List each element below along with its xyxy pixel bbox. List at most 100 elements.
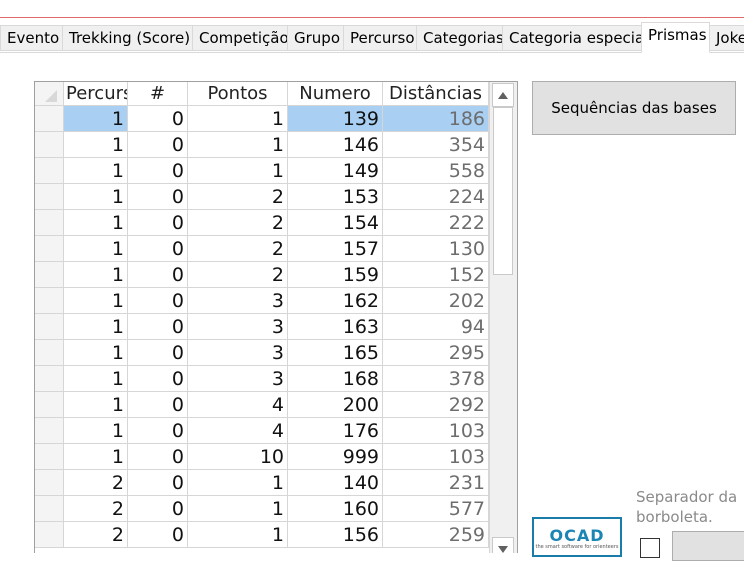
row-header[interactable] [35, 496, 64, 522]
row-header[interactable] [35, 106, 64, 132]
column-header-pontos[interactable]: Pontos [188, 82, 288, 106]
cell-number[interactable]: 0 [128, 184, 188, 210]
cell-number[interactable]: 0 [128, 288, 188, 314]
cell-percurso[interactable]: 1 [64, 444, 128, 470]
cell-pontos[interactable]: 1 [188, 106, 288, 132]
table-row[interactable]: 2 0 1 156 259 [35, 522, 489, 548]
row-header[interactable] [35, 418, 64, 444]
cell-number[interactable]: 0 [128, 418, 188, 444]
cell-numero[interactable]: 160 [288, 496, 383, 522]
row-header[interactable] [35, 392, 64, 418]
cell-numero[interactable]: 165 [288, 340, 383, 366]
cell-numero[interactable]: 140 [288, 470, 383, 496]
cell-distancia[interactable]: 292 [383, 392, 489, 418]
cell-percurso[interactable]: 1 [64, 340, 128, 366]
cell-percurso[interactable]: 1 [64, 288, 128, 314]
row-header[interactable] [35, 522, 64, 548]
table-row[interactable]: 2 0 1 160 577 [35, 496, 489, 522]
table-row[interactable]: 1 0 10 999 103 [35, 444, 489, 470]
cell-pontos[interactable]: 2 [188, 236, 288, 262]
cell-distancia[interactable]: 577 [383, 496, 489, 522]
table-row[interactable]: 1 0 2 157 130 [35, 236, 489, 262]
tab-categorias[interactable]: Categorias [416, 25, 503, 51]
table-row[interactable]: 1 0 1 139 186 [35, 106, 489, 132]
cell-distancia[interactable]: 295 [383, 340, 489, 366]
cell-pontos[interactable]: 3 [188, 314, 288, 340]
cell-number[interactable]: 0 [128, 262, 188, 288]
cell-pontos[interactable]: 1 [188, 496, 288, 522]
cell-percurso[interactable]: 2 [64, 522, 128, 548]
row-header[interactable] [35, 470, 64, 496]
cell-numero[interactable]: 159 [288, 262, 383, 288]
cell-distancia[interactable]: 103 [383, 444, 489, 470]
tab-competicao[interactable]: Competição [192, 25, 288, 51]
cell-pontos[interactable]: 1 [188, 158, 288, 184]
grid-corner-select-all[interactable] [35, 82, 64, 106]
cell-percurso[interactable]: 1 [64, 418, 128, 444]
cell-percurso[interactable]: 1 [64, 210, 128, 236]
cell-numero[interactable]: 139 [288, 106, 383, 132]
tab-joker[interactable]: Joke [709, 25, 744, 51]
row-header[interactable] [35, 340, 64, 366]
table-row[interactable]: 1 0 4 176 103 [35, 418, 489, 444]
row-header[interactable] [35, 444, 64, 470]
cell-distancia[interactable]: 130 [383, 236, 489, 262]
scroll-down-button[interactable] [492, 537, 514, 553]
column-header-percurso[interactable]: Percurs [64, 82, 128, 106]
cell-numero[interactable]: 157 [288, 236, 383, 262]
cell-distancia[interactable]: 222 [383, 210, 489, 236]
tab-grupo[interactable]: Grupo [287, 25, 344, 51]
tab-percurso[interactable]: Percurso [343, 25, 417, 51]
cell-percurso[interactable]: 1 [64, 366, 128, 392]
cell-number[interactable]: 0 [128, 314, 188, 340]
cell-distancia[interactable]: 259 [383, 522, 489, 548]
cell-distancia[interactable]: 202 [383, 288, 489, 314]
table-row[interactable]: 1 0 3 162 202 [35, 288, 489, 314]
cell-numero[interactable]: 176 [288, 418, 383, 444]
cell-pontos[interactable]: 3 [188, 288, 288, 314]
cell-number[interactable]: 0 [128, 470, 188, 496]
cell-distancia[interactable]: 224 [383, 184, 489, 210]
table-row[interactable]: 1 0 2 159 152 [35, 262, 489, 288]
table-row[interactable]: 2 0 1 140 231 [35, 470, 489, 496]
scrollbar-thumb[interactable] [493, 107, 513, 275]
cell-distancia[interactable]: 558 [383, 158, 489, 184]
cell-pontos[interactable]: 2 [188, 210, 288, 236]
cell-pontos[interactable]: 3 [188, 366, 288, 392]
row-header[interactable] [35, 184, 64, 210]
sequencias-das-bases-button[interactable]: Sequências das bases [532, 81, 736, 135]
column-header-distancias[interactable]: Distâncias [383, 82, 489, 106]
cell-distancia[interactable]: 354 [383, 132, 489, 158]
tab-categoria-especial[interactable]: Categoria especial [502, 25, 642, 51]
table-row[interactable]: 1 0 4 200 292 [35, 392, 489, 418]
row-header[interactable] [35, 366, 64, 392]
table-row[interactable]: 1 0 1 146 354 [35, 132, 489, 158]
cell-percurso[interactable]: 1 [64, 184, 128, 210]
cell-numero[interactable]: 162 [288, 288, 383, 314]
cell-percurso[interactable]: 1 [64, 262, 128, 288]
prismas-data-grid[interactable]: Percurs # Pontos Numero Distâncias 1 0 1 13… [34, 81, 518, 553]
cell-pontos[interactable]: 1 [188, 470, 288, 496]
cell-distancia[interactable]: 103 [383, 418, 489, 444]
tab-trekking-score[interactable]: Trekking (Score) [62, 25, 193, 51]
cell-pontos[interactable]: 3 [188, 340, 288, 366]
grid-vertical-scrollbar[interactable] [489, 82, 517, 553]
table-row[interactable]: 1 0 2 154 222 [35, 210, 489, 236]
cell-numero[interactable]: 200 [288, 392, 383, 418]
column-header-number[interactable]: # [128, 82, 188, 106]
cell-pontos[interactable]: 2 [188, 184, 288, 210]
cell-percurso[interactable]: 1 [64, 132, 128, 158]
row-header[interactable] [35, 210, 64, 236]
cell-numero[interactable]: 149 [288, 158, 383, 184]
row-header[interactable] [35, 158, 64, 184]
cell-percurso[interactable]: 1 [64, 158, 128, 184]
cell-number[interactable]: 0 [128, 522, 188, 548]
cell-pontos[interactable]: 4 [188, 418, 288, 444]
cell-distancia[interactable]: 152 [383, 262, 489, 288]
cell-pontos[interactable]: 2 [188, 262, 288, 288]
tab-evento[interactable]: Evento [0, 25, 63, 51]
cell-percurso[interactable]: 1 [64, 236, 128, 262]
row-header[interactable] [35, 132, 64, 158]
cell-numero[interactable]: 156 [288, 522, 383, 548]
cell-numero[interactable]: 154 [288, 210, 383, 236]
